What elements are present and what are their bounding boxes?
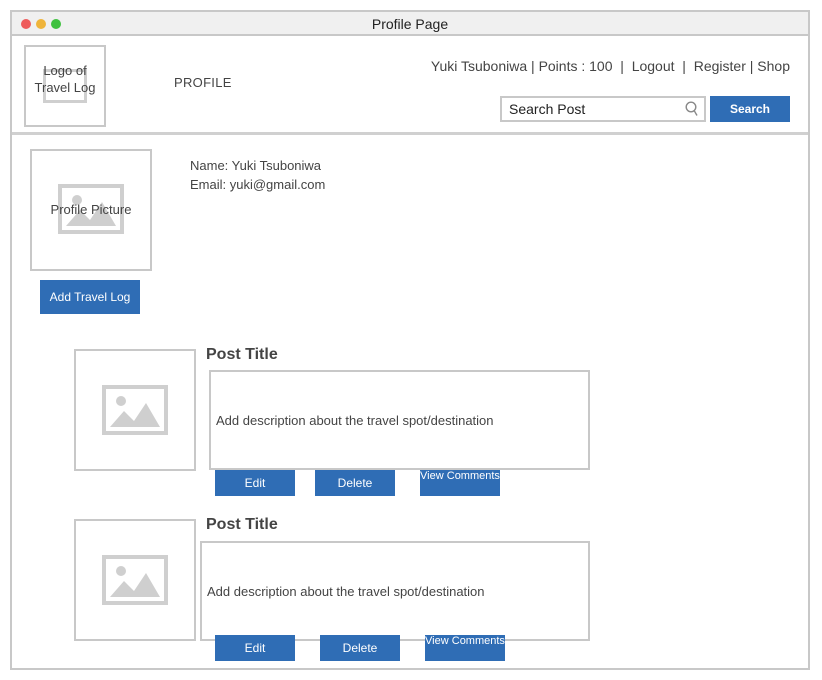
profile-picture[interactable]: Profile Picture [30, 149, 152, 271]
browser-window: Profile Page Logo of Travel Log PROFILE … [10, 10, 810, 670]
page-header: Logo of Travel Log PROFILE Yuki Tsuboniw… [12, 38, 808, 135]
logout-link[interactable]: Logout [632, 58, 675, 74]
profile-name: Name: Yuki Tsuboniwa [190, 158, 322, 173]
user-name: Yuki Tsuboniwa [430, 58, 528, 74]
post-image[interactable] [74, 519, 196, 641]
post-title[interactable]: Post Title [206, 516, 278, 534]
profile-info: Name: Yuki Tsuboniwa Email: yuki@gmail.c… [190, 156, 325, 194]
search-button[interactable]: Search [710, 96, 790, 122]
image-placeholder-icon [102, 555, 168, 605]
view-comments-button[interactable]: View Comments [425, 635, 505, 661]
post-description-text: Add description about the travel spot/de… [207, 584, 485, 599]
search-icon [685, 101, 698, 116]
image-placeholder-icon [102, 385, 168, 435]
title-bar: Profile Page [12, 12, 808, 36]
add-travel-log-button[interactable]: Add Travel Log [40, 280, 140, 314]
profile-picture-label: Profile Picture [50, 202, 132, 217]
post-image[interactable] [74, 349, 196, 471]
profile-email: Email: yuki@gmail.com [190, 177, 326, 192]
delete-button[interactable]: Delete [320, 635, 400, 661]
edit-button[interactable]: Edit [215, 635, 295, 661]
user-links: Yuki Tsuboniwa | Points : 100 | Logout |… [430, 58, 790, 74]
post-title[interactable]: Post Title [206, 346, 278, 364]
shop-link[interactable]: Shop [757, 58, 790, 74]
search-placeholder: Search Post [509, 101, 586, 117]
post-description: Add description about the travel spot/de… [209, 370, 590, 470]
post-description-text: Add description about the travel spot/de… [216, 413, 494, 428]
delete-button[interactable]: Delete [315, 470, 395, 496]
view-comments-button[interactable]: View Comments [420, 470, 500, 496]
user-points: Points : 100 [538, 58, 613, 74]
window-title: Profile Page [371, 16, 449, 32]
nav-profile-link[interactable]: PROFILE [174, 75, 232, 90]
site-logo[interactable]: Logo of Travel Log [24, 45, 106, 127]
search-input[interactable]: Search Post [500, 96, 706, 122]
post-description: Add description about the travel spot/de… [200, 541, 590, 641]
register-link[interactable]: Register [694, 58, 746, 74]
logo-text: Logo of Travel Log [34, 63, 96, 95]
edit-button[interactable]: Edit [215, 470, 295, 496]
